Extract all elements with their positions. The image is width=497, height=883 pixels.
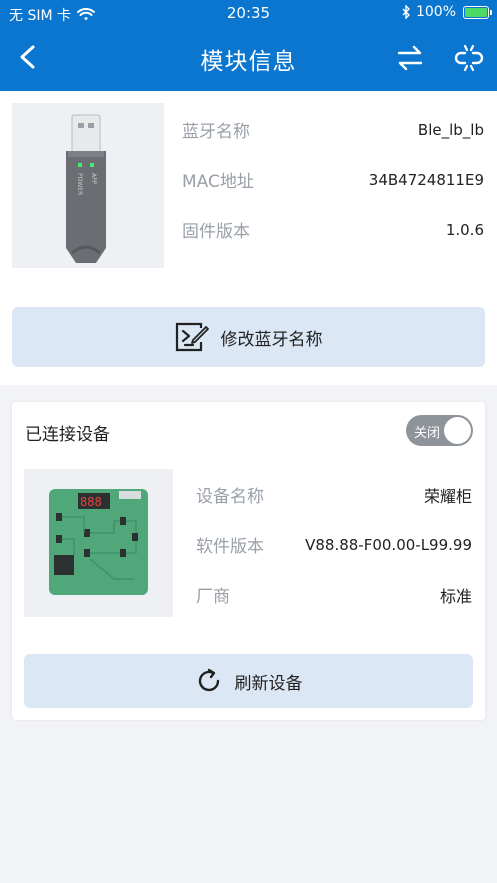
rename-bluetooth-label: 修改蓝牙名称	[220, 329, 323, 350]
firmware-version-label: 固件版本	[182, 222, 250, 242]
software-version-label: 软件版本	[196, 537, 264, 557]
module-info-card: APP POWER 蓝牙名称 Ble_lb_lb MAC地址 34B472481…	[0, 91, 497, 385]
battery-percent: 100%	[415, 4, 456, 20]
device-toggle[interactable]: 关闭	[406, 415, 473, 446]
firmware-version-value: 1.0.6	[445, 220, 484, 239]
bluetooth-name-value: Ble_lb_lb	[417, 120, 484, 139]
toggle-knob	[444, 417, 471, 444]
board-display-digits: 888	[80, 495, 102, 509]
swap-arrows-icon[interactable]	[396, 44, 424, 72]
software-version-row: 软件版本 V88.88-F00.00-L99.99	[196, 532, 472, 558]
bluetooth-icon	[402, 5, 410, 19]
device-name-row: 设备名称 荣耀柜	[196, 482, 472, 508]
rename-bluetooth-button[interactable]: 修改蓝牙名称	[12, 307, 485, 367]
battery-icon	[463, 5, 492, 19]
status-bar: 无 SIM 卡 20:35 100%	[0, 0, 497, 26]
refresh-icon	[198, 668, 219, 692]
status-right: 100%	[402, 4, 492, 20]
mac-address-label: MAC地址	[182, 172, 254, 192]
refresh-device-button[interactable]: 刷新设备	[24, 654, 473, 708]
circuit-board-image: 888	[24, 469, 173, 617]
connected-device-card: 已连接设备 关闭 888 设备名称 荣耀柜 软件版本 V88.88-F00.00…	[12, 402, 485, 720]
usb-dongle-illustration: APP POWER	[66, 114, 106, 263]
manufacturer-label: 厂商	[196, 587, 230, 607]
bluetooth-name-row: 蓝牙名称 Ble_lb_lb	[182, 117, 484, 143]
device-name-label: 设备名称	[196, 487, 264, 507]
firmware-version-row: 固件版本 1.0.6	[182, 217, 484, 243]
nav-bar: 模块信息	[0, 26, 497, 91]
app-header: 无 SIM 卡 20:35 100% 模块信息	[0, 0, 497, 91]
circuit-board-illustration: 888	[49, 489, 148, 595]
toggle-label: 关闭	[414, 426, 441, 441]
software-version-value: V88.88-F00.00-L99.99	[305, 535, 472, 554]
edit-terminal-icon	[175, 322, 209, 352]
usb-dongle-image: APP POWER	[12, 103, 164, 268]
app-led-label: APP	[90, 173, 97, 185]
mac-address-row: MAC地址 34B4724811E9	[182, 167, 484, 193]
refresh-device-label: 刷新设备	[234, 673, 303, 694]
disconnect-link-icon[interactable]	[454, 43, 484, 73]
manufacturer-value: 标准	[439, 586, 472, 606]
power-led-label: POWER	[76, 173, 83, 195]
bluetooth-name-label: 蓝牙名称	[182, 122, 250, 142]
manufacturer-row: 厂商 标准	[196, 582, 472, 608]
connected-device-title: 已连接设备	[25, 425, 110, 445]
device-name-value: 荣耀柜	[423, 486, 472, 506]
mac-address-value: 34B4724811E9	[368, 170, 484, 189]
